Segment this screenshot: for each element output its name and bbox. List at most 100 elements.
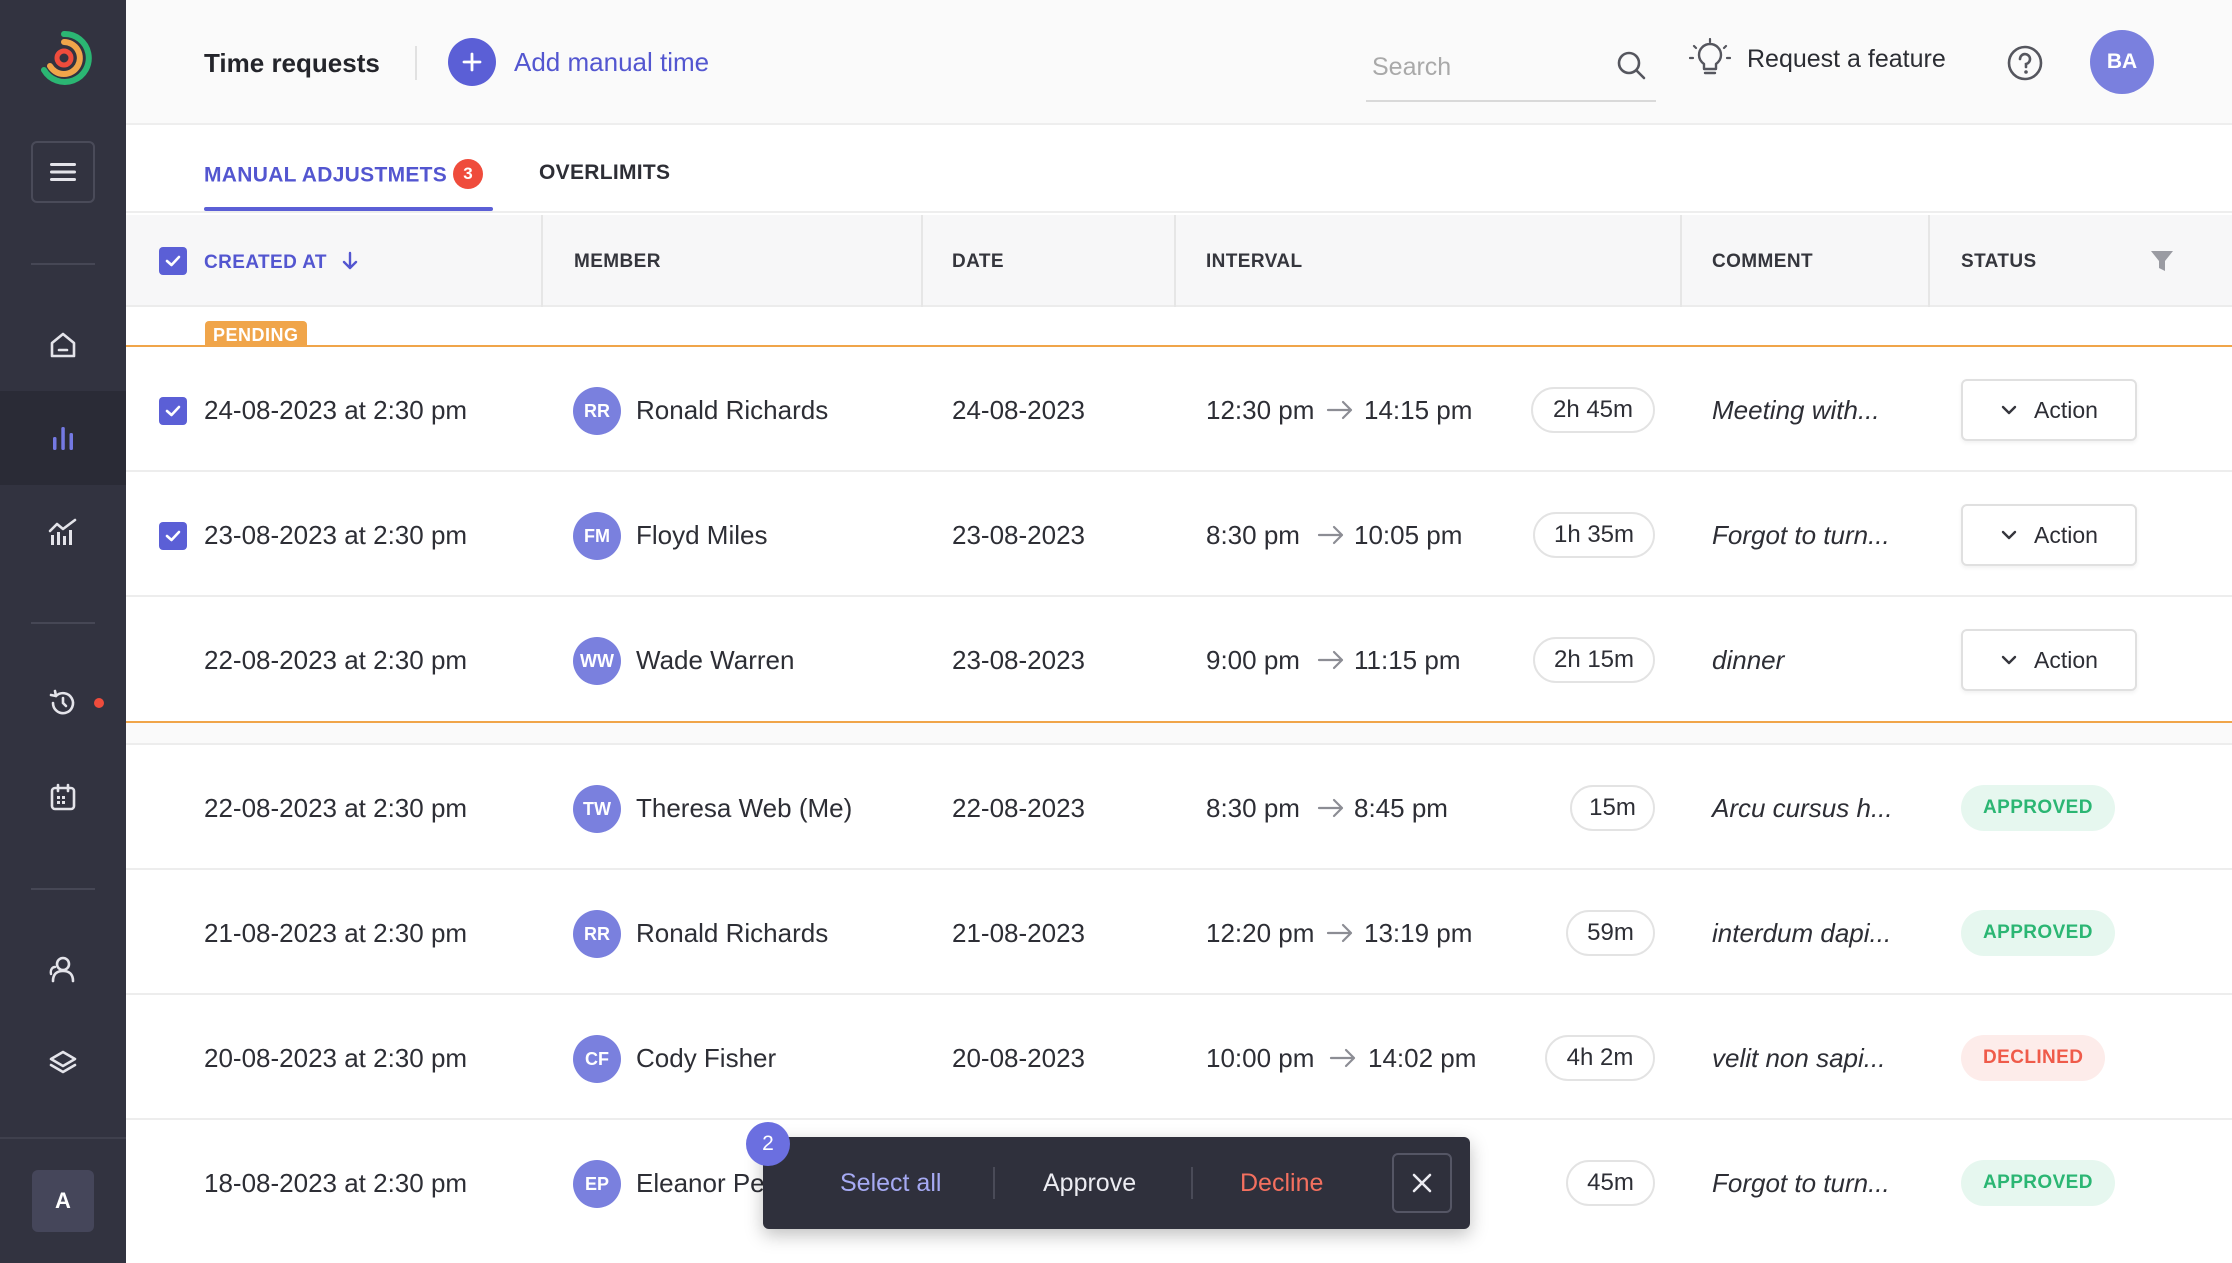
column-header-created-at[interactable]: CREATED AT bbox=[204, 251, 359, 274]
created-at: 20-08-2023 at 2:30 pm bbox=[204, 1043, 468, 1073]
search-icon[interactable] bbox=[1614, 48, 1648, 82]
tab-overlimits[interactable]: OVERLIMITS bbox=[539, 161, 670, 185]
sidebar-item-home[interactable] bbox=[0, 298, 126, 392]
add-manual-time-label: Add manual time bbox=[514, 46, 710, 77]
app-logo[interactable] bbox=[36, 30, 92, 86]
sidebar-item-calendar[interactable] bbox=[0, 750, 126, 844]
bulk-divider bbox=[993, 1167, 995, 1199]
member-name[interactable]: Ronald Richards bbox=[636, 918, 828, 949]
status-badge: APPROVED bbox=[1961, 1160, 2115, 1206]
close-bulk-bar-button[interactable] bbox=[1392, 1153, 1452, 1213]
select-all-checkbox[interactable] bbox=[159, 247, 187, 275]
home-icon bbox=[50, 332, 76, 358]
row-checkbox[interactable] bbox=[159, 522, 187, 550]
tab-label: MANUAL ADJUSTMETS bbox=[204, 163, 448, 187]
sidebar-item-reports[interactable] bbox=[0, 391, 126, 485]
arrow-right-icon bbox=[1317, 525, 1344, 545]
member-name[interactable]: Cody Fisher bbox=[636, 1043, 776, 1074]
chevron-down-icon bbox=[2001, 655, 2017, 665]
interval-end: 11:15 pm bbox=[1354, 645, 1461, 675]
column-header-comment[interactable]: COMMENT bbox=[1712, 251, 1813, 273]
table-header: CREATED AT MEMBER DATE INTERVAL COMMENT … bbox=[126, 215, 2232, 307]
sidebar-item-time-requests[interactable] bbox=[0, 656, 126, 750]
request-date: 24-08-2023 bbox=[952, 395, 1085, 425]
table-row[interactable]: 21-08-2023 at 2:30 pm RR Ronald Richards… bbox=[126, 870, 2232, 995]
approve-button[interactable]: Approve bbox=[1043, 1169, 1136, 1198]
table-row[interactable]: 22-08-2023 at 2:30 pm TW Theresa Web (Me… bbox=[126, 745, 2232, 870]
sidebar-divider bbox=[31, 622, 95, 624]
sidebar-item-projects[interactable] bbox=[0, 1016, 126, 1110]
menu-toggle-button[interactable] bbox=[31, 141, 95, 203]
interval-end: 14:02 pm bbox=[1368, 1043, 1477, 1073]
action-dropdown-button[interactable]: Action bbox=[1961, 629, 2137, 691]
column-divider bbox=[1928, 215, 1930, 307]
select-all-button[interactable]: Select all bbox=[840, 1169, 941, 1198]
user-avatar[interactable]: BA bbox=[2090, 30, 2154, 94]
table-row[interactable]: 22-08-2023 at 2:30 pm WW Wade Warren 23-… bbox=[126, 597, 2232, 722]
interval-start: 10:00 pm bbox=[1206, 1043, 1315, 1073]
action-dropdown-button[interactable]: Action bbox=[1961, 504, 2137, 566]
action-label: Action bbox=[2034, 521, 2098, 548]
interval-start: 12:20 pm bbox=[1206, 918, 1315, 948]
duration-pill: 1h 35m bbox=[1533, 512, 1655, 558]
request-date: 20-08-2023 bbox=[952, 1043, 1085, 1073]
page-title: Time requests bbox=[204, 48, 380, 78]
member-name[interactable]: Theresa Web (Me) bbox=[636, 793, 852, 824]
add-manual-time-button[interactable]: Add manual time bbox=[448, 38, 709, 86]
member-name[interactable]: Wade Warren bbox=[636, 645, 794, 676]
plus-icon bbox=[448, 38, 496, 86]
active-tab-indicator bbox=[204, 207, 493, 211]
calendar-icon bbox=[50, 783, 76, 811]
arrow-right-icon bbox=[1317, 650, 1344, 670]
selected-count-badge: 2 bbox=[746, 1122, 790, 1166]
sidebar-divider bbox=[31, 263, 95, 265]
member-name[interactable]: Eleanor Pe bbox=[636, 1168, 765, 1199]
column-header-date[interactable]: DATE bbox=[952, 251, 1004, 273]
action-dropdown-button[interactable]: Action bbox=[1961, 379, 2137, 441]
member-avatar: WW bbox=[573, 637, 621, 685]
sidebar: A bbox=[0, 0, 126, 1263]
interval-end: 10:05 pm bbox=[1354, 520, 1463, 550]
member-avatar: CF bbox=[573, 1035, 621, 1083]
workspace-avatar[interactable]: A bbox=[32, 1170, 94, 1232]
sidebar-item-members[interactable] bbox=[0, 922, 126, 1016]
group-spacer bbox=[126, 723, 2232, 745]
member-name[interactable]: Ronald Richards bbox=[636, 395, 828, 426]
column-divider bbox=[1680, 215, 1682, 307]
request-feature-button[interactable]: Request a feature bbox=[1689, 38, 1946, 80]
comment-text: Forgot to turn... bbox=[1712, 520, 1890, 550]
arrow-right-icon bbox=[1326, 923, 1353, 943]
checkmark-icon bbox=[165, 405, 181, 417]
column-header-interval[interactable]: INTERVAL bbox=[1206, 251, 1302, 273]
filter-icon[interactable] bbox=[2148, 247, 2176, 275]
request-date: 23-08-2023 bbox=[952, 645, 1085, 675]
sidebar-divider bbox=[0, 1137, 126, 1139]
member-name[interactable]: Floyd Miles bbox=[636, 520, 767, 551]
sidebar-item-analytics[interactable] bbox=[0, 485, 126, 579]
column-header-member[interactable]: MEMBER bbox=[574, 251, 661, 273]
notification-dot bbox=[94, 698, 104, 708]
table-row[interactable]: 23-08-2023 at 2:30 pm FM Floyd Miles 23-… bbox=[126, 472, 2232, 597]
action-label: Action bbox=[2034, 646, 2098, 673]
request-feature-label: Request a feature bbox=[1747, 44, 1946, 73]
tab-manual-adjustments[interactable]: MANUAL ADJUSTMETS 3 bbox=[204, 159, 484, 191]
interval-start: 9:00 pm bbox=[1206, 645, 1300, 675]
action-label: Action bbox=[2034, 396, 2098, 423]
history-icon bbox=[49, 689, 75, 715]
request-date: 23-08-2023 bbox=[952, 520, 1085, 550]
table-row[interactable]: 24-08-2023 at 2:30 pm RR Ronald Richards… bbox=[126, 347, 2232, 472]
table-row[interactable]: 20-08-2023 at 2:30 pm CF Cody Fisher 20-… bbox=[126, 995, 2232, 1120]
decline-button[interactable]: Decline bbox=[1240, 1169, 1323, 1198]
status-badge: DECLINED bbox=[1961, 1035, 2106, 1081]
duration-pill: 2h 15m bbox=[1533, 637, 1655, 683]
row-checkbox[interactable] bbox=[159, 397, 187, 425]
help-icon[interactable] bbox=[2006, 44, 2044, 82]
status-badge: APPROVED bbox=[1961, 785, 2115, 831]
created-at: 22-08-2023 at 2:30 pm bbox=[204, 793, 468, 823]
header-divider bbox=[415, 46, 417, 80]
search-input[interactable] bbox=[1372, 48, 1592, 86]
duration-pill: 45m bbox=[1566, 1160, 1655, 1206]
column-header-status[interactable]: STATUS bbox=[1961, 251, 2037, 273]
comment-text: velit non sapi... bbox=[1712, 1043, 1886, 1073]
comment-text: Meeting with... bbox=[1712, 395, 1880, 425]
